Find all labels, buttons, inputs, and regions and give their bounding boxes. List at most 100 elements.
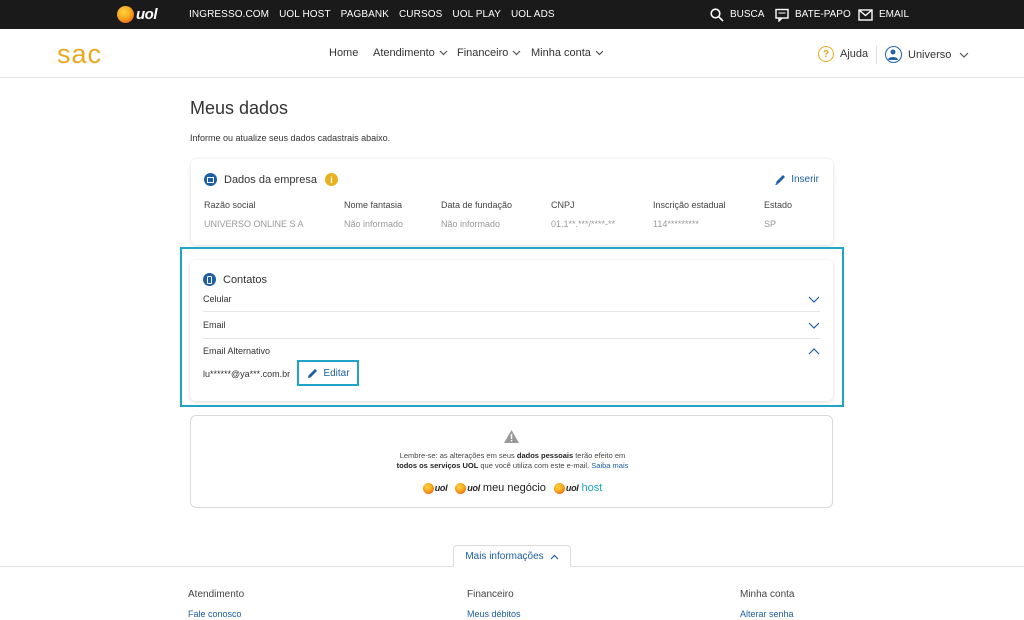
chevron-down-icon bbox=[959, 52, 969, 58]
nav-minha-conta[interactable]: Minha conta bbox=[531, 47, 604, 59]
header-divider bbox=[876, 46, 877, 64]
uol-logo-text: uol bbox=[136, 5, 158, 23]
notice-text-3: que você utiliza com este e-mail. bbox=[478, 461, 592, 470]
col-value-fantasia: Não informado bbox=[344, 219, 404, 229]
top-link-pagbank[interactable]: PAGBANK bbox=[341, 9, 389, 20]
col-header-estado: Estado bbox=[764, 200, 793, 210]
brand-uol-text: uol bbox=[565, 483, 579, 493]
contacts-title-text: Contatos bbox=[223, 273, 268, 286]
footer-col-atendimento-title: Atendimento bbox=[188, 589, 245, 600]
nav-atendimento-label: Atendimento bbox=[373, 47, 435, 59]
email-link[interactable]: EMAIL bbox=[858, 0, 909, 29]
more-info-button[interactable]: Mais informações bbox=[453, 545, 571, 567]
col-value-inscricao: 114********* bbox=[653, 219, 699, 229]
edit-button[interactable]: Editar bbox=[297, 360, 359, 386]
insert-button[interactable]: Inserir bbox=[774, 173, 819, 186]
contacts-card-title: Contatos bbox=[203, 273, 267, 286]
col-value-razao: UNIVERSO ONLINE S A bbox=[204, 219, 304, 229]
notice-text-bold-1: dados pessoais bbox=[516, 451, 574, 460]
top-link-ingresso[interactable]: INGRESSO.COM bbox=[189, 9, 269, 20]
company-card-title: Dados da empresa i bbox=[204, 173, 338, 186]
chevron-down-icon bbox=[512, 50, 521, 56]
user-name: Universo bbox=[908, 48, 952, 61]
header: sac Home Atendimento Financeiro Minha co… bbox=[0, 29, 1024, 78]
notice-text: Lembre-se: as alterações em seus dados p… bbox=[191, 451, 834, 471]
help-link[interactable]: ? Ajuda bbox=[818, 46, 868, 62]
col-value-estado: SP bbox=[764, 219, 777, 229]
search-label: BUSCA bbox=[730, 9, 765, 20]
row-divider bbox=[203, 338, 820, 339]
brand-uol: uol bbox=[422, 482, 448, 494]
brand-meu-negocio-text: meu negócio bbox=[482, 482, 546, 494]
top-link-cursos[interactable]: CURSOS bbox=[399, 9, 442, 20]
nav-atendimento[interactable]: Atendimento bbox=[373, 47, 448, 59]
user-menu[interactable]: Universo bbox=[885, 46, 969, 63]
chevron-down-icon[interactable] bbox=[808, 296, 820, 303]
info-icon[interactable]: i bbox=[324, 173, 338, 186]
col-header-cnpj: CNPJ bbox=[551, 200, 575, 210]
top-link-uolhost[interactable]: UOL HOST bbox=[279, 9, 331, 20]
chevron-up-icon bbox=[550, 554, 559, 559]
search-link[interactable]: BUSCA bbox=[710, 0, 764, 29]
top-bar: uol INGRESSO.COM UOL HOST PAGBANK CURSOS… bbox=[0, 0, 1024, 29]
edit-label: Editar bbox=[323, 367, 350, 379]
phone-icon bbox=[203, 273, 216, 286]
page-subtitle: Informe ou atualize seus dados cadastrai… bbox=[190, 133, 391, 143]
footer-link-meus-debitos[interactable]: Meus débitos bbox=[467, 609, 521, 619]
row-divider bbox=[203, 311, 820, 312]
uol-ball-icon bbox=[553, 482, 565, 494]
notice-text-1: Lembre-se: as alterações em seus bbox=[399, 451, 517, 460]
brand-meu-negocio: uol meu negócio bbox=[455, 482, 546, 494]
col-header-fundacao: Data de fundação bbox=[441, 200, 513, 210]
brand-uol-text: uol bbox=[467, 483, 480, 493]
top-link-uolplay[interactable]: UOL PLAY bbox=[452, 9, 501, 20]
chevron-down-icon[interactable] bbox=[808, 322, 820, 329]
page-title: Meus dados bbox=[190, 98, 289, 118]
nav-home[interactable]: Home bbox=[329, 47, 358, 59]
more-info-label: Mais informações bbox=[465, 551, 544, 562]
uol-logo[interactable]: uol bbox=[117, 5, 158, 23]
notice-text-2: terão efeito em bbox=[573, 451, 626, 460]
help-label: Ajuda bbox=[840, 48, 869, 60]
row-email-label: Email bbox=[203, 320, 226, 330]
notice-text-bold-2: todos os serviços UOL bbox=[396, 461, 479, 470]
brand-uol-text: uol bbox=[434, 483, 448, 493]
pencil-icon bbox=[308, 368, 318, 378]
row-email-alt-label: Email Alternativo bbox=[203, 346, 271, 356]
footer-col-minha-conta-title: Minha conta bbox=[740, 589, 795, 600]
chevron-up-icon[interactable] bbox=[808, 348, 820, 355]
warning-icon bbox=[504, 430, 519, 443]
envelope-icon bbox=[858, 8, 873, 21]
col-header-razao: Razão social bbox=[204, 200, 256, 210]
company-title-text: Dados da empresa bbox=[224, 173, 317, 186]
chat-label: BATE-PAPO bbox=[795, 9, 851, 20]
nav-home-label: Home bbox=[329, 47, 359, 59]
brand-logos: uol uol meu negócio uol host bbox=[191, 482, 834, 494]
contacts-card: Contatos Celular Email Email Alternativo… bbox=[190, 260, 833, 401]
chevron-down-icon bbox=[595, 50, 604, 56]
nav-financeiro[interactable]: Financeiro bbox=[457, 47, 521, 59]
brand-host: uol host bbox=[553, 482, 602, 494]
col-value-cnpj: 01.1**.***/****-** bbox=[551, 219, 616, 229]
uol-ball-icon bbox=[455, 482, 467, 494]
uol-ball-icon bbox=[422, 482, 434, 494]
nav-minha-conta-label: Minha conta bbox=[531, 47, 591, 59]
notice-box: Lembre-se: as alterações em seus dados p… bbox=[190, 415, 833, 508]
footer-link-fale-conosco[interactable]: Fale conosco bbox=[188, 609, 242, 619]
footer-col-financeiro-title: Financeiro bbox=[467, 589, 514, 600]
col-value-fundacao: Não informado bbox=[441, 219, 501, 229]
question-icon: ? bbox=[818, 46, 834, 62]
insert-label: Inserir bbox=[791, 174, 819, 185]
sac-logo[interactable]: sac bbox=[57, 39, 102, 70]
email-label: EMAIL bbox=[879, 9, 910, 20]
saiba-mais-link[interactable]: Saiba mais bbox=[591, 461, 628, 470]
folder-icon bbox=[204, 173, 217, 186]
nav-financeiro-label: Financeiro bbox=[457, 47, 509, 59]
pencil-icon bbox=[775, 175, 786, 185]
row-celular-label: Celular bbox=[203, 294, 232, 304]
footer-link-alterar-senha[interactable]: Alterar senha bbox=[740, 609, 794, 619]
search-icon bbox=[710, 7, 724, 22]
company-card: Dados da empresa i Inserir Razão social … bbox=[191, 159, 833, 245]
chat-link[interactable]: BATE-PAPO bbox=[775, 0, 851, 29]
top-link-uolads[interactable]: UOL ADS bbox=[511, 9, 555, 20]
